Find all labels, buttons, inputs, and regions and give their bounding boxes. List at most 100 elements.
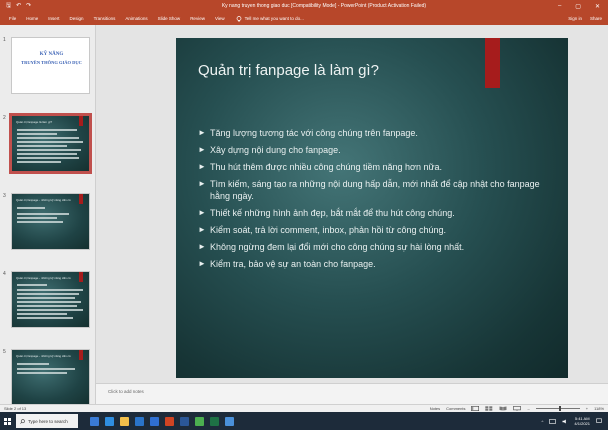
window-title: Ky nang truyen thong giao duc [Compatibi… <box>221 3 427 9</box>
photos-icon[interactable] <box>225 416 234 426</box>
thumbnail-heading: Quản trị fanpage - những kỹ năng cần có <box>16 276 71 280</box>
undo-icon[interactable]: ↶ <box>16 3 21 9</box>
tab-transitions[interactable]: Transitions <box>89 16 121 21</box>
zoom-in-button[interactable]: + <box>586 406 588 411</box>
tab-view[interactable]: View <box>210 16 230 21</box>
bullet-arrow-icon: ► <box>198 179 206 188</box>
thumbnail-preview[interactable]: KỸ NĂNG TRUYỀN THÔNG GIÁO DỤC <box>11 37 90 94</box>
sign-in-link[interactable]: Sign in <box>568 16 582 21</box>
powerpoint-window: 🖫 ↶ ↷ Ky nang truyen thong giao duc [Com… <box>0 0 608 430</box>
minimize-button[interactable]: – <box>558 3 561 10</box>
bullet-arrow-icon: ► <box>198 225 206 234</box>
tray-chevron-icon[interactable]: ^ <box>542 419 544 424</box>
network-icon[interactable] <box>549 418 557 424</box>
redo-icon[interactable]: ↷ <box>26 3 31 9</box>
tab-review[interactable]: Review <box>185 16 210 21</box>
thumbnail-text-line <box>17 129 77 131</box>
bullet-arrow-icon: ► <box>198 208 206 217</box>
zoom-slider-thumb[interactable] <box>558 406 561 411</box>
share-button[interactable]: Share <box>590 16 602 21</box>
volume-icon[interactable] <box>562 419 568 424</box>
thumbnail-heading: Quản trị fanpage là làm gì? <box>16 120 53 124</box>
thumbnail-text-line <box>17 207 45 209</box>
thumbnail-title-line2: TRUYỀN THÔNG GIÁO DỤC <box>21 60 82 65</box>
thumbnail-text-line <box>17 213 69 215</box>
thumbnail-heading: Quản trị fanpage - những kỹ năng cần có <box>16 354 71 358</box>
thumbnail-heading: Quản trị fanpage - những kỹ năng cần có <box>16 198 71 202</box>
notes-placeholder[interactable]: Click to add notes <box>108 389 144 394</box>
thumbnail-text-line <box>17 161 61 163</box>
bullet-item: ► Kiểm soát, trả lời comment, inbox, phản… <box>198 224 548 236</box>
word-icon[interactable] <box>180 416 189 426</box>
ribbon-tabs: File Home Insert Design Transitions Anim… <box>0 12 608 25</box>
maximize-button[interactable]: ▢ <box>575 3 581 10</box>
current-slide[interactable]: Quản trị fanpage là làm gì? ► Tăng lượng … <box>176 38 568 378</box>
excel-icon[interactable] <box>210 416 219 426</box>
chrome-icon[interactable] <box>195 416 204 426</box>
thumbnail-text-line <box>17 137 79 139</box>
tab-animations[interactable]: Animations <box>120 16 152 21</box>
reading-view-icon[interactable] <box>499 406 507 411</box>
powerpoint-icon[interactable] <box>165 416 174 426</box>
tab-slide-show[interactable]: Slide Show <box>153 16 186 21</box>
slide-bullet-list[interactable]: ► Tăng lượng tương tác với công chúng trê… <box>198 127 548 275</box>
save-icon[interactable]: 🖫 <box>6 3 11 9</box>
window-controls: – ▢ ✕ <box>558 3 608 10</box>
thumbnail-text-line <box>17 149 81 151</box>
thumbnail-preview-selected[interactable]: Quản trị fanpage là làm gì? <box>9 113 92 174</box>
comments-toggle-button[interactable]: Comments <box>446 406 465 411</box>
lightbulb-icon <box>236 15 241 21</box>
thumbnail-text-line <box>17 309 83 311</box>
thumbnail-number: 4 <box>3 271 6 277</box>
bullet-item: ► Không ngừng đem lại đổi mới cho công ch… <box>198 241 548 253</box>
notes-toggle-button[interactable]: Notes <box>430 406 440 411</box>
clock-date: 4/1/2021 <box>574 421 590 426</box>
zoom-slider[interactable] <box>535 406 580 411</box>
start-button[interactable] <box>0 412 14 430</box>
notes-pane[interactable]: Click to add notes <box>96 383 608 404</box>
file-explorer-icon[interactable] <box>120 416 129 426</box>
thumbnail-preview[interactable]: Quản trị fanpage - những kỹ năng cần có <box>11 349 90 404</box>
tab-insert[interactable]: Insert <box>43 16 64 21</box>
bullet-arrow-icon: ► <box>198 259 206 268</box>
mail-icon[interactable] <box>150 416 159 426</box>
thumbnail-title-line1: KỸ NĂNG <box>39 52 64 57</box>
accent-bar <box>485 38 500 88</box>
taskbar-search-box[interactable]: Type here to search <box>16 414 78 428</box>
accent-bar <box>79 350 83 360</box>
tab-design[interactable]: Design <box>65 16 89 21</box>
edge-icon[interactable] <box>105 416 114 426</box>
thumbnail-number: 5 <box>3 349 6 355</box>
thumbnail-number: 3 <box>3 193 6 199</box>
normal-view-icon[interactable] <box>471 406 480 411</box>
zoom-out-button[interactable]: – <box>527 406 529 411</box>
close-button[interactable]: ✕ <box>595 3 600 10</box>
bullet-item: ► Thu hút thêm được nhiều công chúng tiềm… <box>198 161 548 173</box>
tab-home[interactable]: Home <box>21 16 43 21</box>
bullet-text: Xây dựng nội dung cho fanpage. <box>210 145 341 155</box>
bullet-item: ► Xây dựng nội dung cho fanpage. <box>198 144 548 156</box>
notifications-icon[interactable] <box>596 418 602 424</box>
slide-thumbnail-pane[interactable]: 1 KỸ NĂNG TRUYỀN THÔNG GIÁO DỤC 2 Quản t… <box>0 25 96 404</box>
slide-title[interactable]: Quản trị fanpage là làm gì? <box>198 62 478 79</box>
accent-bar <box>79 272 83 282</box>
bullet-text: Không ngừng đem lại đổi mới cho công chú… <box>210 242 465 252</box>
thumbnail-text-line <box>17 133 57 135</box>
slideshow-icon[interactable] <box>513 406 522 411</box>
zoom-level[interactable]: 118% <box>594 406 604 411</box>
tell-me-box[interactable]: Tell me what you want to do... <box>230 15 304 22</box>
tab-file[interactable]: File <box>4 16 21 21</box>
thumbnail-preview[interactable]: Quản trị fanpage - những kỹ năng cần có <box>11 271 90 328</box>
thumbnail-preview[interactable]: Quản trị fanpage - những kỹ năng cần có <box>11 193 90 250</box>
thumbnail-text-line <box>17 305 77 307</box>
store-icon[interactable] <box>135 416 144 426</box>
slide-sorter-icon[interactable] <box>485 406 493 411</box>
bullet-item: ► Kiểm tra, bảo vệ sự an toàn cho fanpage… <box>198 258 548 270</box>
quick-access-toolbar: 🖫 ↶ ↷ <box>0 3 90 9</box>
bullet-text: Thu hút thêm được nhiều công chúng tiềm … <box>210 162 442 172</box>
thumbnail-text-line <box>17 157 79 159</box>
thumbnail-text-line <box>17 141 83 143</box>
slide-editing-area[interactable]: Quản trị fanpage là làm gì? ► Tăng lượng … <box>96 25 608 383</box>
taskbar-clock[interactable]: 5:41 AM 4/1/2021 <box>574 416 590 426</box>
task-view-icon[interactable] <box>90 416 99 426</box>
